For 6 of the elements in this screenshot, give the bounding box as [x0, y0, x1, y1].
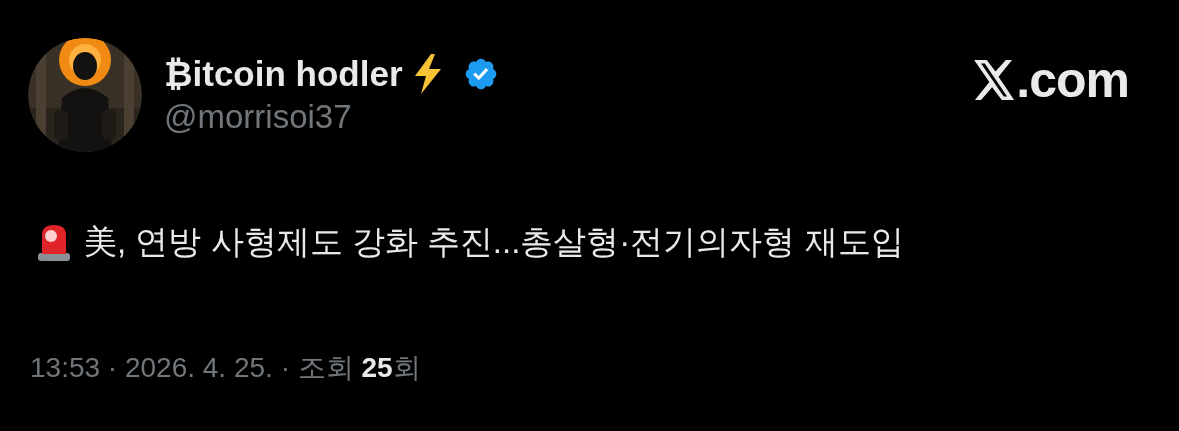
display-name[interactable]: ₿itcoin hodler [164, 54, 403, 94]
site-domain: .com [1016, 51, 1129, 109]
post-text: 美, 연방 사형제도 강화 추진...총살형·전기의자형 재도입 [84, 222, 904, 262]
post-timestamp-views: 13:53 · 2026. 4. 25. · 조회 25회 [30, 351, 422, 385]
x-logo-icon [974, 60, 1017, 100]
username[interactable]: @morrisoi37 [164, 98, 975, 136]
